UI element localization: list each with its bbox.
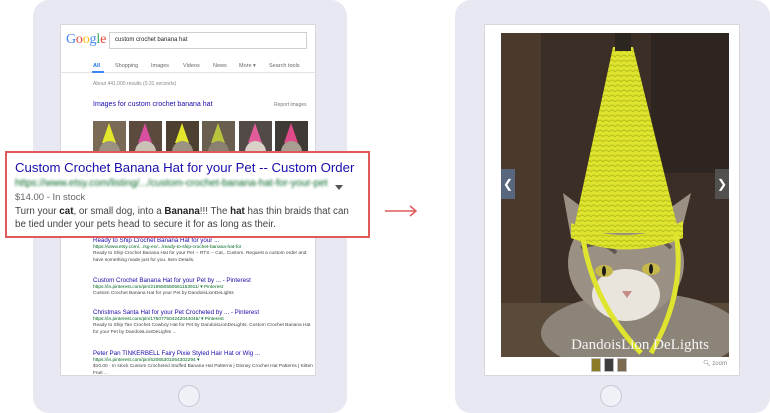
chevron-left-icon: ❮ bbox=[502, 177, 514, 191]
previous-image-button[interactable]: ❮ bbox=[501, 169, 515, 199]
image-viewer-screen: ❮ ❯ DandoisLion DeLights 🔍︎ zoom bbox=[484, 24, 740, 376]
highlighted-result-title[interactable]: Custom Crochet Banana Hat for your Pet -… bbox=[15, 160, 360, 175]
logo-letter: o bbox=[75, 32, 83, 47]
logo-letter: o bbox=[82, 32, 90, 47]
result-title[interactable]: Peter Pan TINKERBELL Fairy Pixie Styled … bbox=[93, 350, 315, 357]
logo-letter: G bbox=[66, 32, 76, 47]
image-thumbnail[interactable] bbox=[591, 358, 601, 372]
search-result: Ready to Ship Crochet Banana Hat for you… bbox=[93, 237, 315, 264]
price-stock: $14.00 - In stock bbox=[15, 192, 86, 203]
result-title[interactable]: Custom Crochet Banana Hat for your Pet b… bbox=[93, 277, 315, 284]
snippet-fragment: !!! The bbox=[199, 206, 231, 217]
search-result: Custom Crochet Banana Hat for your Pet b… bbox=[93, 277, 315, 298]
result-snippet: $10.00 · In stock Custom Crocheted Stuff… bbox=[93, 364, 313, 376]
cat-photo: ❮ ❯ DandoisLion DeLights bbox=[501, 33, 729, 357]
arrow-right-icon bbox=[385, 205, 418, 217]
image-thumbnail[interactable] bbox=[604, 358, 614, 372]
zoom-icon: 🔍︎ bbox=[703, 361, 711, 367]
snippet-fragment: Banana bbox=[164, 206, 200, 217]
tab-search-tools[interactable]: Search tools bbox=[269, 63, 300, 69]
result-url: https://in.pinterest.com/pin/17507750424… bbox=[93, 317, 224, 322]
search-input[interactable]: custom crochet banana hat bbox=[109, 32, 307, 49]
result-url: https://in.pinterest.com/pin/21955055056… bbox=[93, 285, 223, 290]
snippet-fragment: Turn your bbox=[15, 206, 60, 217]
tab-all[interactable]: All bbox=[93, 63, 100, 69]
result-url: https://in.pinterest.com/pin/62065301064… bbox=[93, 358, 200, 363]
snippet-fragment: cat bbox=[59, 206, 74, 217]
highlighted-result-card: Custom Crochet Banana Hat for your Pet -… bbox=[5, 151, 370, 238]
home-button[interactable] bbox=[178, 385, 200, 407]
result-snippet: Ready to Ship Tan Crochet Cowboy Hat for… bbox=[93, 323, 311, 335]
zoom-control[interactable]: 🔍︎ zoom bbox=[703, 360, 727, 367]
result-snippet: Ready to Ship Crochet Banana Hat for you… bbox=[93, 251, 307, 263]
tab-shopping[interactable]: Shopping bbox=[115, 63, 138, 69]
google-logo[interactable]: Google bbox=[66, 32, 106, 48]
next-image-button[interactable]: ❯ bbox=[715, 169, 729, 199]
tab-videos[interactable]: Videos bbox=[183, 63, 200, 69]
stage: Google custom crochet banana hat All Sho… bbox=[0, 0, 770, 413]
tab-images[interactable]: Images bbox=[151, 63, 169, 69]
zoom-label: zoom bbox=[712, 361, 727, 367]
images-section-title[interactable]: Images for custom crochet banana hat bbox=[93, 101, 212, 108]
tab-more[interactable]: More ▾ bbox=[239, 63, 256, 69]
watermark: DandoisLion DeLights bbox=[571, 337, 709, 353]
search-result: Peter Pan TINKERBELL Fairy Pixie Styled … bbox=[93, 350, 315, 376]
search-result: Christmas Santa Hat for your Pet Crochet… bbox=[93, 309, 315, 336]
results-count: About 441,000 results (0.31 seconds) bbox=[93, 81, 177, 87]
image-thumbnail[interactable] bbox=[617, 358, 627, 372]
cat-in-banana-hat-image bbox=[501, 33, 729, 357]
logo-letter: g bbox=[89, 32, 97, 47]
search-header: Google custom crochet banana hat bbox=[61, 25, 315, 57]
home-button[interactable] bbox=[600, 385, 622, 407]
result-title[interactable]: Christmas Santa Hat for your Pet Crochet… bbox=[93, 309, 315, 316]
result-snippet: Custom Crochet Banana Hat for your Pet b… bbox=[93, 291, 234, 296]
result-title[interactable]: Ready to Ship Crochet Banana Hat for you… bbox=[93, 237, 315, 244]
snippet-fragment: hat bbox=[230, 206, 245, 217]
result-url: https://www.etsy.com/.../sg-en/.../ready… bbox=[93, 245, 242, 250]
report-images-link[interactable]: Report images bbox=[274, 102, 307, 108]
logo-letter: e bbox=[100, 32, 107, 47]
highlighted-result-snippet: Turn your cat, or small dog, into a Bana… bbox=[15, 205, 360, 231]
snippet-fragment: , or small dog, into a bbox=[73, 206, 165, 217]
tab-news[interactable]: News bbox=[213, 63, 227, 69]
chevron-right-icon: ❯ bbox=[716, 177, 728, 191]
active-tab-indicator bbox=[92, 71, 104, 73]
highlighted-result-url: https://www.etsy.com/listing/.../custom-… bbox=[15, 178, 328, 189]
chevron-down-icon[interactable] bbox=[335, 185, 343, 190]
